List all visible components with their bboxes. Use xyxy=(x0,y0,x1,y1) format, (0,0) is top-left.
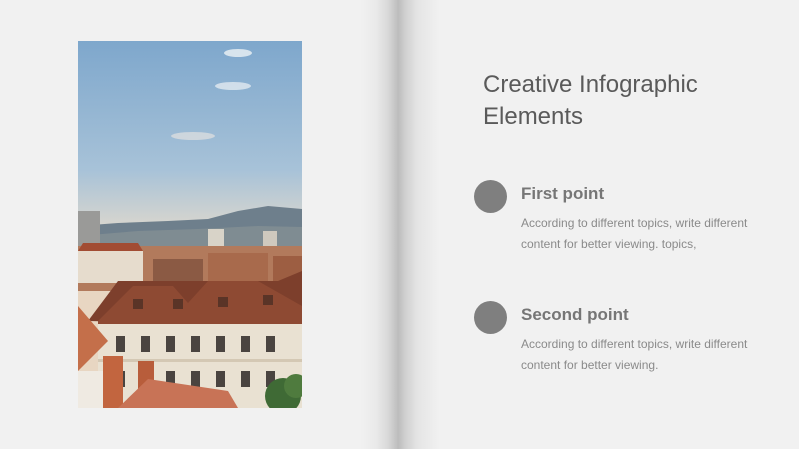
point-heading: Second point xyxy=(521,305,629,324)
point-heading: First point xyxy=(521,184,605,203)
point-body: According to different topics, write dif… xyxy=(521,337,748,372)
bullet-dot-icon xyxy=(474,180,507,213)
slide-title: Creative Infographic Elements xyxy=(483,71,698,130)
slide: Creative Infographic Elements First poin… xyxy=(0,0,799,449)
point-body: According to different topics, write dif… xyxy=(521,216,748,251)
city-rooftops-photo xyxy=(78,41,302,408)
bullet-dot-icon xyxy=(474,301,507,334)
book-fold-shadow xyxy=(360,0,440,449)
